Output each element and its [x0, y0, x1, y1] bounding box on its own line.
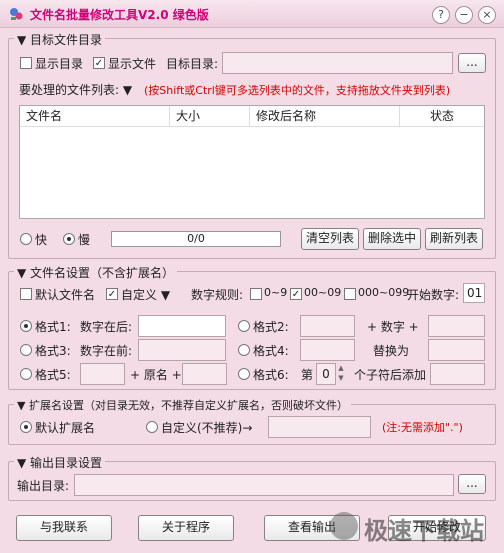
delete-selected-button[interactable]: 删除选中: [363, 228, 421, 250]
default-ext-radio[interactable]: [20, 421, 32, 433]
format5-label: 格式5:: [35, 368, 71, 382]
format4-find-input[interactable]: [300, 339, 355, 361]
plus-original-label: + 原名 +: [130, 368, 182, 382]
window-title: 文件名批量修改工具V2.0 绿色版: [30, 8, 209, 22]
col-status[interactable]: 状态: [400, 106, 484, 126]
speed-slow-radio[interactable]: [63, 233, 75, 245]
watermark: 极速下载站: [330, 508, 498, 548]
format4-label: 格式4:: [253, 344, 289, 358]
name-legend: ▼ 文件名设置（不含扩展名）: [14, 264, 178, 281]
check-icon: ✓: [94, 58, 104, 69]
format2-prefix-input[interactable]: [300, 315, 355, 337]
format6-input[interactable]: [430, 363, 485, 385]
col-newname[interactable]: 修改后名称: [250, 106, 400, 126]
format6-radio[interactable]: [238, 368, 250, 380]
format5-prefix-input[interactable]: [80, 363, 125, 385]
format1-label: 格式1:: [35, 320, 71, 334]
about-button[interactable]: 关于程序: [138, 515, 234, 541]
clear-list-button[interactable]: 清空列表: [301, 228, 359, 250]
output-browse-button[interactable]: ...: [458, 474, 486, 494]
num-after-label: 数字在后:: [80, 320, 133, 334]
help-button[interactable]: ?: [432, 6, 450, 24]
contact-button[interactable]: 与我联系: [16, 515, 112, 541]
format1-radio[interactable]: [20, 320, 32, 332]
format2-radio[interactable]: [238, 320, 250, 332]
nth-label: 第: [301, 368, 314, 382]
plus-number-label: + 数字 +: [367, 320, 419, 334]
check-icon: ✓: [291, 289, 301, 300]
rule-00-09-checkbox[interactable]: ✓: [290, 288, 302, 300]
format3-radio[interactable]: [20, 344, 32, 356]
default-name-checkbox[interactable]: [20, 288, 32, 300]
number-rule-label: 数字规则:: [191, 288, 244, 302]
format3-input[interactable]: [138, 339, 226, 361]
format5-suffix-input[interactable]: [182, 363, 227, 385]
progress-text: 0/0: [187, 232, 205, 245]
start-number-input[interactable]: 01: [463, 283, 485, 303]
watermark-icon: [330, 512, 358, 540]
close-button[interactable]: ×: [478, 6, 496, 24]
show-file-checkbox[interactable]: ✓: [93, 57, 105, 69]
default-ext-label: 默认扩展名: [35, 421, 96, 435]
ext-legend: ▼ 扩展名设置（对目录无效，不推荐自定义扩展名，否则破坏文件）: [14, 397, 351, 413]
minimize-button[interactable]: −: [455, 6, 473, 24]
custom-name-label: 自定义 ▼: [121, 288, 171, 302]
show-dir-checkbox[interactable]: [20, 57, 32, 69]
rule-000-099-checkbox[interactable]: [344, 288, 356, 300]
custom-name-checkbox[interactable]: ✓: [106, 288, 118, 300]
custom-ext-radio[interactable]: [146, 421, 158, 433]
col-filename[interactable]: 文件名: [20, 106, 170, 126]
speed-fast-label: 快: [35, 233, 48, 247]
format4-radio[interactable]: [238, 344, 250, 356]
speed-slow-label: 慢: [78, 233, 91, 247]
ext-note: (注:无需添加"."): [382, 421, 463, 434]
format3-label: 格式3:: [35, 344, 71, 358]
watermark-text: 极速下载站: [364, 517, 484, 545]
format4-replace-input[interactable]: [428, 339, 485, 361]
format6-label: 格式6:: [253, 368, 289, 382]
col-size[interactable]: 大小: [170, 106, 250, 126]
rule-0-9-label: 0~9: [264, 286, 288, 299]
output-dir-label: 输出目录:: [17, 479, 70, 493]
target-dir-label: 目标目录:: [166, 57, 219, 71]
output-dir-input[interactable]: [74, 474, 454, 496]
rule-00-09-label: 00~09: [304, 286, 342, 299]
check-icon: ✓: [107, 289, 117, 300]
target-dir-input[interactable]: [222, 52, 453, 74]
format5-radio[interactable]: [20, 368, 32, 380]
show-file-label: 显示文件: [108, 57, 157, 71]
table-header-divider: [20, 126, 484, 127]
after-char-label: 个子符后添加: [354, 368, 427, 382]
rule-0-9-checkbox[interactable]: [250, 288, 262, 300]
rule-000-099-label: 000~099: [358, 286, 410, 299]
output-legend: ▼ 输出目录设置: [14, 454, 106, 471]
custom-ext-input[interactable]: [268, 416, 371, 438]
file-list-hint: (按Shift或Ctrl键可多选列表中的文件，支持拖放文件夹到列表): [144, 84, 451, 97]
app-icon: [8, 6, 24, 22]
show-dir-label: 显示目录: [35, 57, 84, 71]
format2-suffix-input[interactable]: [428, 315, 485, 337]
custom-ext-label: 自定义(不推荐)→: [161, 421, 253, 435]
refresh-list-button[interactable]: 刷新列表: [425, 228, 483, 250]
file-list-label: 要处理的文件列表: ▼: [19, 83, 133, 97]
format1-input[interactable]: [138, 315, 226, 337]
spinner-arrows-icon[interactable]: ▲ ▼: [336, 363, 346, 385]
replace-with-label: 替换为: [373, 344, 410, 358]
num-before-label: 数字在前:: [80, 344, 133, 358]
start-number-label: 开始数字:: [407, 288, 460, 302]
default-name-label: 默认文件名: [35, 288, 96, 302]
nth-spinner[interactable]: 0: [316, 363, 336, 385]
progress-bar: 0/0: [111, 231, 281, 247]
target-browse-button[interactable]: ...: [458, 53, 486, 73]
format2-label: 格式2:: [253, 320, 289, 334]
file-list-table[interactable]: 文件名 大小 修改后名称 状态: [19, 105, 485, 219]
speed-fast-radio[interactable]: [20, 233, 32, 245]
target-legend: ▼ 目标文件目录: [14, 31, 106, 48]
